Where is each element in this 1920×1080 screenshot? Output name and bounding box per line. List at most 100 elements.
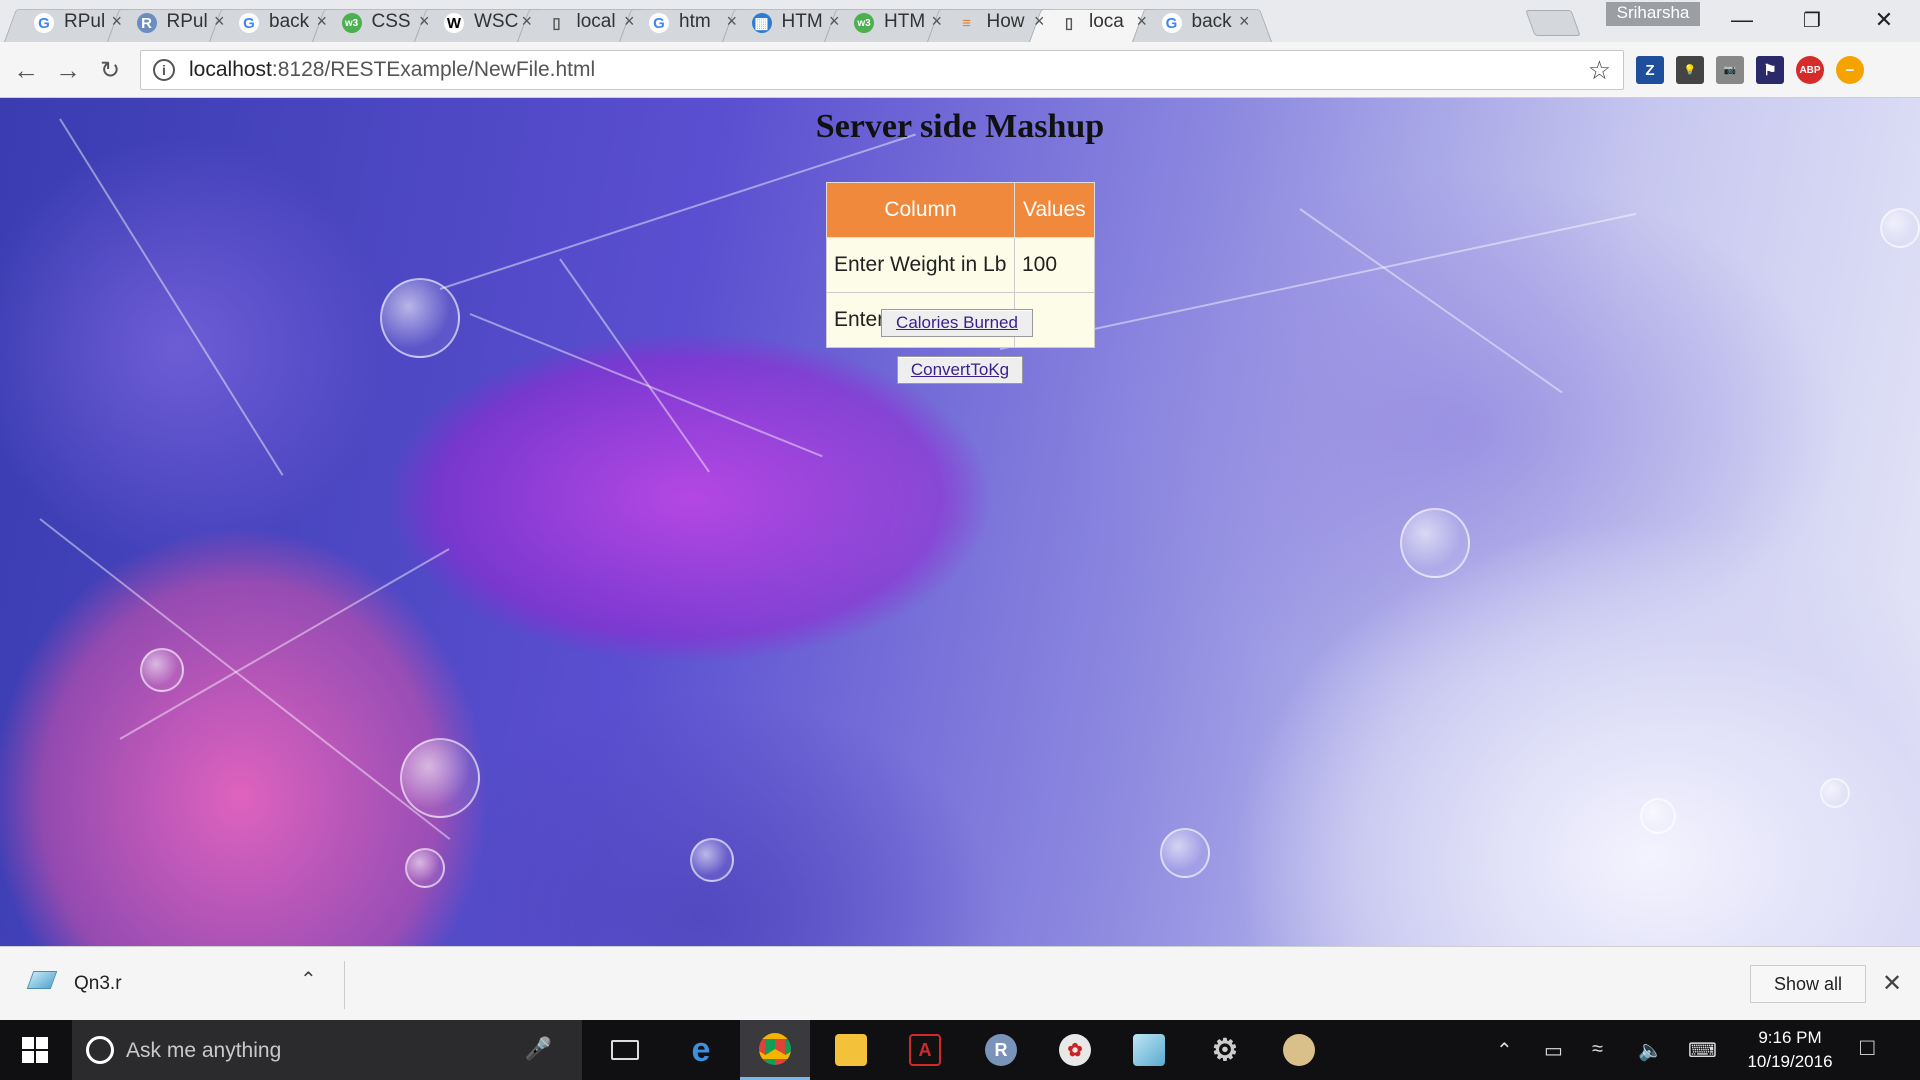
back-icon[interactable]: ← — [10, 54, 42, 86]
taskbar: Ask me anything 🎤 e A R ✿ ⚙ ⌃ ▭ ≈ 🔈 ⌨ 9:… — [0, 1020, 1920, 1080]
keyboard-icon[interactable]: ⌨ — [1688, 1038, 1717, 1063]
gear-icon: ⚙ — [1211, 1033, 1239, 1067]
download-shelf: Qn3.r ⌃ Show all ✕ — [0, 946, 1920, 1020]
search-placeholder: Ask me anything — [126, 1039, 282, 1062]
table-header-row: Column Values — [826, 182, 1095, 238]
tab-close-icon[interactable]: × — [931, 11, 942, 32]
flag-extension-icon[interactable]: ⚑ — [1756, 56, 1784, 84]
tab-close-icon[interactable]: × — [726, 11, 737, 32]
tab-title: HTM — [884, 11, 926, 32]
chevron-up-tray-icon[interactable]: ⌃ — [1496, 1038, 1513, 1063]
chrome-icon — [759, 1032, 791, 1065]
search-box[interactable]: Ask me anything 🎤 — [72, 1020, 582, 1080]
tab[interactable]: Gback × — [1131, 2, 1272, 42]
palette-app[interactable] — [1264, 1020, 1334, 1080]
page-icon: ▯ — [1064, 15, 1074, 32]
tab-close-icon[interactable]: × — [1034, 11, 1045, 32]
bubble-decoration — [690, 838, 734, 882]
tab-title: back — [1191, 11, 1232, 32]
close-shelf-icon[interactable]: ✕ — [1882, 969, 1902, 998]
reload-icon[interactable]: ↻ — [94, 54, 126, 86]
start-button[interactable] — [0, 1020, 70, 1080]
google-icon: G — [34, 13, 54, 33]
edge-app[interactable]: e — [666, 1020, 736, 1080]
divider — [344, 961, 345, 1009]
forward-icon[interactable]: → — [52, 54, 84, 86]
adblock-icon[interactable]: ABP — [1796, 56, 1824, 84]
download-file-name[interactable]: Qn3.r — [74, 973, 122, 995]
leaf-vein — [999, 212, 1637, 350]
bookmark-star-icon[interactable]: ☆ — [1588, 55, 1611, 86]
close-window-icon[interactable]: ✕ — [1856, 0, 1912, 40]
tab-close-icon[interactable]: × — [316, 11, 327, 32]
clock-time: 9:16 PM — [1758, 1028, 1822, 1047]
minus-extension-icon[interactable]: − — [1836, 56, 1864, 84]
tab-title: How — [986, 11, 1025, 32]
acrobat-icon: A — [909, 1034, 941, 1066]
url-text[interactable]: localhost:8128/RESTExample/NewFile.html — [189, 58, 595, 82]
tab-title: HTM — [781, 11, 823, 32]
zotero-icon[interactable]: Z — [1636, 56, 1664, 84]
leaf-vein — [39, 518, 451, 840]
r-script-icon — [1133, 1034, 1165, 1066]
new-tab-button[interactable] — [1525, 10, 1581, 36]
url-path: :8128/RESTExample/NewFile.html — [271, 58, 596, 81]
calories-burned-button[interactable]: Calories Burned — [881, 309, 1033, 337]
camera-icon[interactable]: 📷 — [1716, 56, 1744, 84]
settings-app[interactable]: ⚙ — [1190, 1020, 1260, 1080]
battery-icon[interactable]: ▭ — [1544, 1038, 1563, 1063]
clock[interactable]: 9:16 PM 10/19/2016 — [1740, 1026, 1840, 1074]
tab-close-icon[interactable]: × — [111, 11, 122, 32]
page-icon: ▯ — [552, 15, 561, 32]
tab-close-icon[interactable]: × — [624, 11, 635, 32]
address-bar[interactable]: i localhost:8128/RESTExample/NewFile.htm… — [140, 50, 1624, 90]
bubble-decoration — [140, 648, 184, 692]
microphone-icon[interactable]: 🎤 — [525, 1036, 552, 1062]
tab-close-icon[interactable]: × — [1136, 11, 1147, 32]
show-all-button[interactable]: Show all — [1750, 965, 1866, 1003]
tab-close-icon[interactable]: × — [521, 11, 532, 32]
tab-title: back — [269, 11, 310, 32]
tab-close-icon[interactable]: × — [829, 11, 840, 32]
task-view-button[interactable] — [590, 1020, 660, 1080]
values-header: Values — [1014, 182, 1095, 238]
rstudio-app[interactable]: R — [966, 1020, 1036, 1080]
paint-app[interactable]: ✿ — [1040, 1020, 1110, 1080]
chrome-app[interactable] — [740, 1020, 810, 1080]
tab-title: htm — [679, 11, 711, 32]
volume-icon[interactable]: 🔈 — [1638, 1038, 1663, 1063]
tab-close-icon[interactable]: × — [214, 11, 225, 32]
tab-title: local — [576, 11, 616, 32]
leaf-vein — [59, 118, 284, 476]
notifications-icon[interactable]: □ — [1860, 1034, 1875, 1062]
info-icon[interactable]: i — [153, 59, 175, 81]
r-file-app[interactable] — [1114, 1020, 1184, 1080]
tab-title: WSC — [474, 11, 519, 32]
acrobat-app[interactable]: A — [890, 1020, 960, 1080]
r-icon: R — [985, 1034, 1017, 1066]
w3schools-icon: w3 — [854, 13, 874, 33]
tab-title: CSS — [371, 11, 411, 32]
tab-close-icon[interactable]: × — [419, 11, 430, 32]
weight-value[interactable]: 100 — [1014, 237, 1095, 293]
tab-title: RPul — [166, 11, 208, 32]
minimize-icon[interactable]: — — [1714, 0, 1770, 40]
file-explorer-app[interactable] — [816, 1020, 886, 1080]
wifi-icon[interactable]: ≈ — [1592, 1038, 1603, 1061]
table-row: Enter Weight in Lb 100 — [826, 237, 1095, 293]
bubble-decoration — [400, 738, 480, 818]
chevron-up-icon[interactable]: ⌃ — [300, 967, 317, 992]
weight-label: Enter Weight in Lb — [826, 237, 1015, 293]
folder-icon — [835, 1034, 867, 1066]
bubble-decoration — [1640, 798, 1676, 834]
windows-logo-icon — [22, 1037, 48, 1063]
task-view-icon — [611, 1040, 639, 1060]
lightbulb-icon[interactable]: 💡 — [1676, 56, 1704, 84]
convert-to-kg-button[interactable]: ConvertToKg — [897, 356, 1023, 384]
bubble-decoration — [1400, 508, 1470, 578]
restore-icon[interactable]: ❐ — [1784, 0, 1840, 40]
w3schools-icon: w3 — [341, 13, 362, 33]
stackoverflow-icon: ≡ — [962, 14, 971, 32]
tab-close-icon[interactable]: × — [1239, 11, 1250, 32]
profile-button[interactable]: Sriharsha — [1606, 2, 1700, 26]
